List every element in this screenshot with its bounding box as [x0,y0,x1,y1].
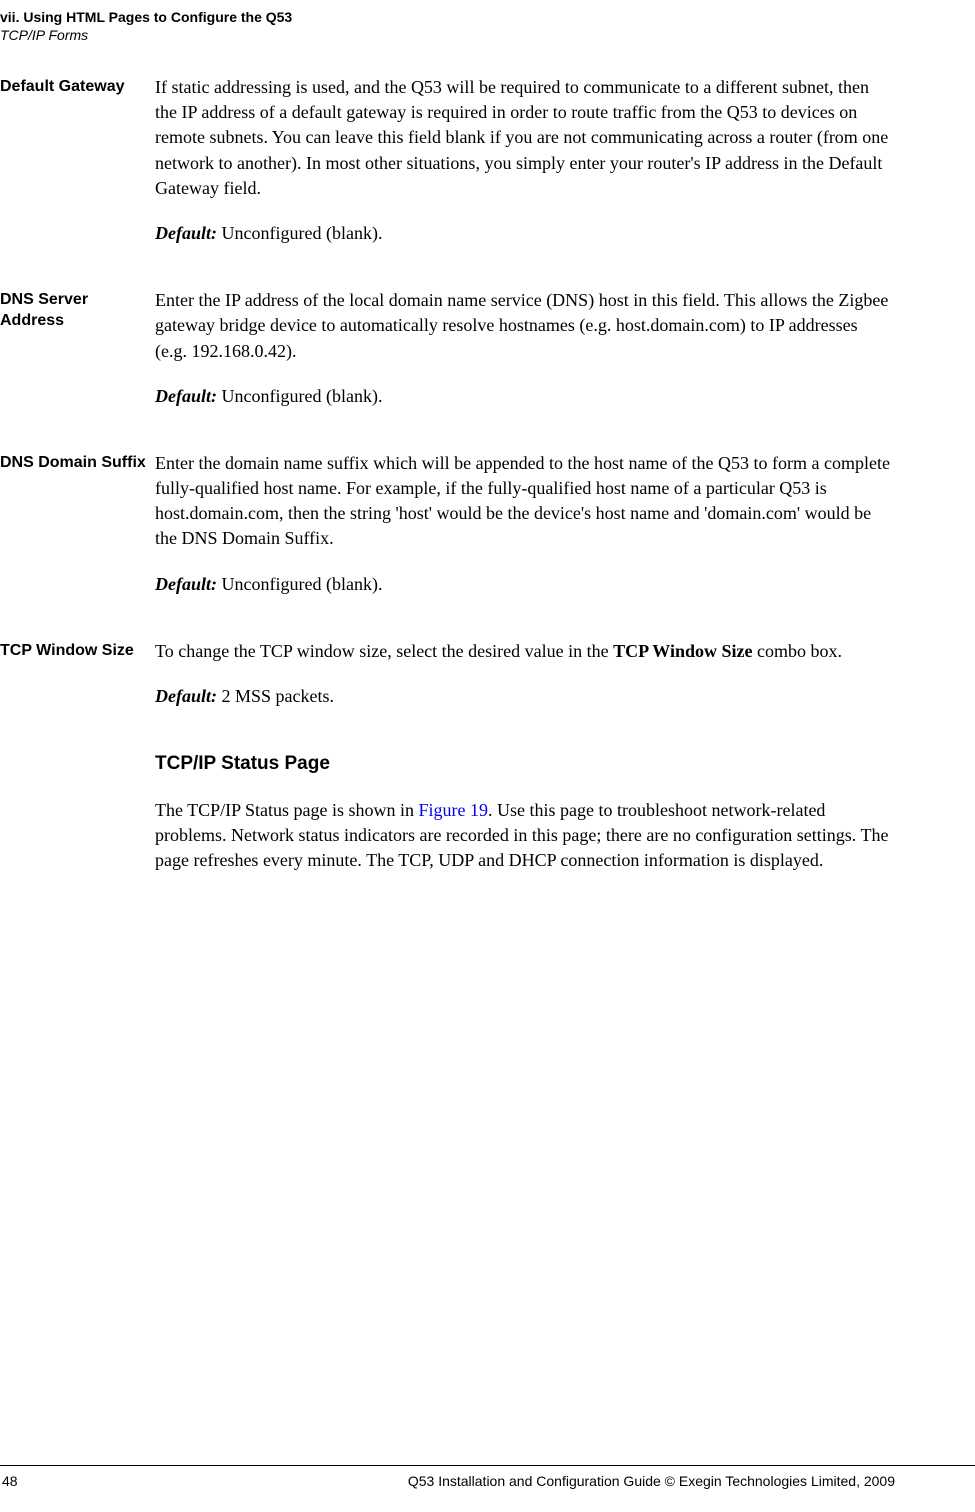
heading-status-page: TCP/IP Status Page [155,751,890,778]
tcp-body1: To change the TCP window size, select th… [155,641,613,661]
section-status-page: TCP/IP Status Page The TCP/IP Status pag… [155,751,975,873]
default-value: Unconfigured (blank). [217,223,382,243]
text-tcp-window: To change the TCP window size, select th… [155,639,975,729]
default-label: Default: [155,686,217,706]
body-status-page: The TCP/IP Status page is shown in Figur… [155,798,890,874]
label-dns-domain: DNS Domain Suffix [0,451,155,474]
figure-link[interactable]: Figure 19 [419,800,489,820]
content-area: Default Gateway If static addressing is … [0,75,975,891]
text-default-gateway: If static addressing is used, and the Q5… [155,75,975,266]
section-dns-domain: DNS Domain Suffix Enter the domain name … [0,451,975,617]
body-dns-server: Enter the IP address of the local domain… [155,288,890,364]
section-tcp-window: TCP Window Size To change the TCP window… [0,639,975,729]
default-label: Default: [155,223,217,243]
page-number: 48 [0,1472,18,1492]
default-gateway-default: Default: Unconfigured (blank). [155,221,890,246]
body-tcp-window: To change the TCP window size, select th… [155,639,890,664]
copyright: Q53 Installation and Configuration Guide… [408,1472,975,1492]
default-value: 2 MSS packets. [217,686,334,706]
body-dns-domain: Enter the domain name suffix which will … [155,451,890,552]
body-default-gateway: If static addressing is used, and the Q5… [155,75,890,201]
section-default-gateway: Default Gateway If static addressing is … [0,75,975,266]
default-label: Default: [155,386,217,406]
dns-domain-default: Default: Unconfigured (blank). [155,572,890,597]
text-dns-domain: Enter the domain name suffix which will … [155,451,975,617]
dns-server-default: Default: Unconfigured (blank). [155,384,890,409]
default-value: Unconfigured (blank). [217,574,382,594]
header-chapter: vii. Using HTML Pages to Configure the Q… [0,8,292,26]
page-footer: 48 Q53 Installation and Configuration Gu… [0,1465,975,1492]
page-header: vii. Using HTML Pages to Configure the Q… [0,8,292,44]
label-dns-server: DNS Server Address [0,288,155,332]
header-section: TCP/IP Forms [0,26,292,44]
tcp-body2: combo box. [753,641,843,661]
label-tcp-window: TCP Window Size [0,639,155,662]
default-label: Default: [155,574,217,594]
tcp-body-bold: TCP Window Size [613,641,752,661]
tcp-window-default: Default: 2 MSS packets. [155,684,890,709]
text-dns-server: Enter the IP address of the local domain… [155,288,975,429]
section-dns-server: DNS Server Address Enter the IP address … [0,288,975,429]
label-default-gateway: Default Gateway [0,75,155,98]
status-body1: The TCP/IP Status page is shown in [155,800,419,820]
default-value: Unconfigured (blank). [217,386,382,406]
